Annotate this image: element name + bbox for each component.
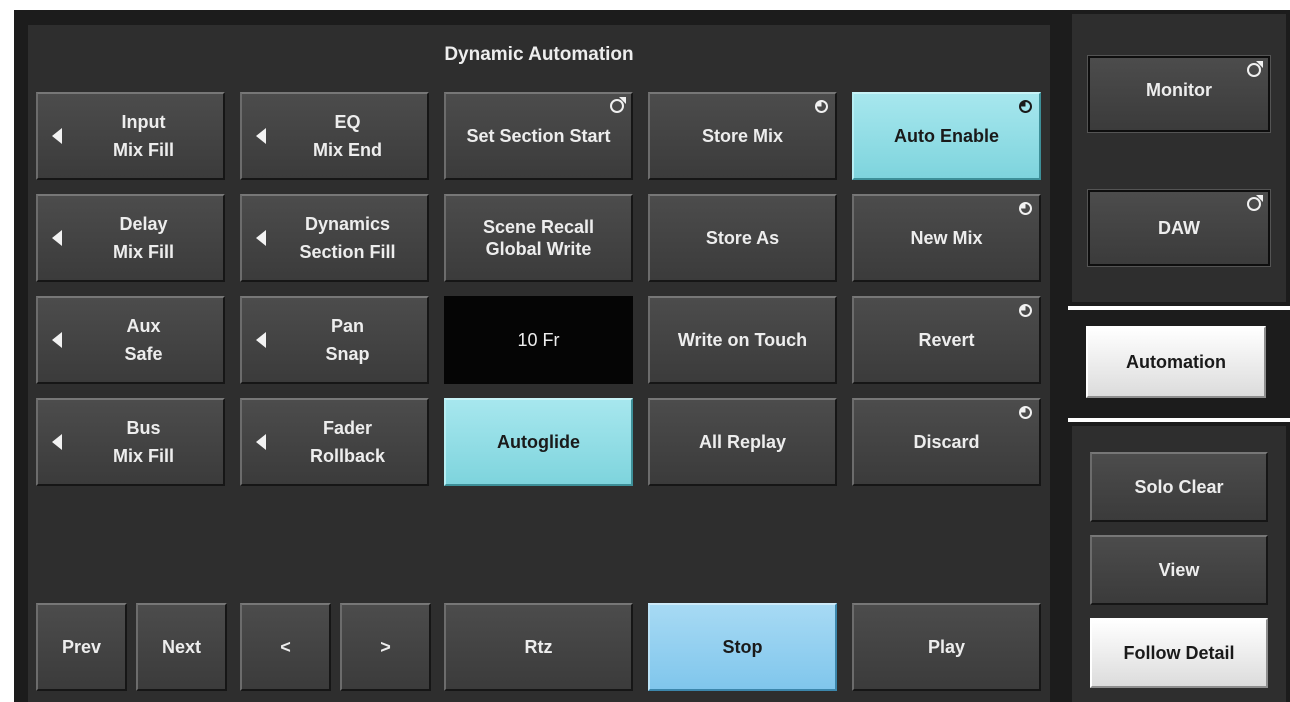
monitor-button[interactable]: Monitor bbox=[1087, 55, 1271, 133]
pie-quarter-icon bbox=[1019, 406, 1032, 419]
write-on-touch-label: Write on Touch bbox=[677, 330, 808, 350]
input-mode-label: Mix Fill bbox=[112, 140, 174, 160]
dynamics-label: Dynamics bbox=[304, 214, 391, 234]
dynamics-mode-label: Section Fill bbox=[299, 242, 396, 262]
global-write-label: Global Write bbox=[485, 239, 592, 259]
triangle-left-icon bbox=[256, 332, 266, 348]
monitor-label: Monitor bbox=[1146, 80, 1212, 100]
rtz-button[interactable]: Rtz bbox=[444, 603, 633, 691]
eq-mode-label: Mix End bbox=[312, 140, 382, 160]
pan-snap-button[interactable]: Pan Snap bbox=[240, 296, 429, 384]
pie-quarter-icon bbox=[1019, 100, 1032, 113]
set-section-start-label: Set Section Start bbox=[466, 126, 611, 146]
discard-button[interactable]: Discard bbox=[852, 398, 1041, 486]
pie-quarter-icon bbox=[815, 100, 828, 113]
forward-button[interactable]: > bbox=[340, 603, 431, 691]
auto-enable-label: Auto Enable bbox=[893, 126, 999, 146]
panel-title: Dynamic Automation bbox=[444, 44, 634, 65]
all-replay-label: All Replay bbox=[698, 432, 787, 452]
stop-label: Stop bbox=[722, 637, 763, 657]
pie-quarter-icon bbox=[1019, 304, 1032, 317]
input-label: Input bbox=[121, 112, 166, 132]
circle-arrow-icon bbox=[1247, 195, 1263, 211]
revert-label: Revert bbox=[918, 330, 975, 350]
prev-button[interactable]: Prev bbox=[36, 603, 127, 691]
circle-arrow-icon bbox=[610, 97, 626, 113]
write-on-touch-button[interactable]: Write on Touch bbox=[648, 296, 837, 384]
daw-label: DAW bbox=[1158, 218, 1200, 238]
next-button[interactable]: Next bbox=[136, 603, 227, 691]
play-label: Play bbox=[927, 637, 966, 657]
new-mix-label: New Mix bbox=[910, 228, 983, 248]
triangle-left-icon bbox=[256, 230, 266, 246]
glide-time-display[interactable]: 10 Fr bbox=[444, 296, 633, 384]
follow-detail-button[interactable]: Follow Detail bbox=[1090, 618, 1268, 688]
prev-label: Prev bbox=[61, 637, 102, 657]
all-replay-button[interactable]: All Replay bbox=[648, 398, 837, 486]
circle-arrow-icon bbox=[1247, 61, 1263, 77]
stop-button[interactable]: Stop bbox=[648, 603, 837, 691]
delay-label: Delay bbox=[119, 214, 168, 234]
pan-mode-label: Snap bbox=[325, 344, 370, 364]
triangle-left-icon bbox=[52, 128, 62, 144]
aux-mode-label: Safe bbox=[124, 344, 163, 364]
automation-button[interactable]: Automation bbox=[1086, 326, 1266, 398]
triangle-left-icon bbox=[256, 434, 266, 450]
new-mix-button[interactable]: New Mix bbox=[852, 194, 1041, 282]
glide-time-value: 10 Fr bbox=[517, 330, 560, 350]
dynamics-section-fill-button[interactable]: Dynamics Section Fill bbox=[240, 194, 429, 282]
eq-label: EQ bbox=[334, 112, 361, 132]
triangle-left-icon bbox=[52, 230, 62, 246]
store-mix-button[interactable]: Store Mix bbox=[648, 92, 837, 180]
triangle-left-icon bbox=[52, 332, 62, 348]
automation-label: Automation bbox=[1126, 352, 1226, 372]
store-as-label: Store As bbox=[705, 228, 780, 248]
triangle-left-icon bbox=[256, 128, 266, 144]
eq-mix-end-button[interactable]: EQ Mix End bbox=[240, 92, 429, 180]
store-mix-label: Store Mix bbox=[701, 126, 784, 146]
solo-clear-label: Solo Clear bbox=[1134, 477, 1224, 497]
play-button[interactable]: Play bbox=[852, 603, 1041, 691]
pie-quarter-icon bbox=[1019, 202, 1032, 215]
triangle-left-icon bbox=[52, 434, 62, 450]
bus-mode-label: Mix Fill bbox=[112, 446, 174, 466]
forward-label: > bbox=[380, 637, 391, 657]
daw-button[interactable]: DAW bbox=[1087, 189, 1271, 267]
fader-label: Fader bbox=[322, 418, 373, 438]
bus-mix-fill-button[interactable]: Bus Mix Fill bbox=[36, 398, 225, 486]
delay-mode-label: Mix Fill bbox=[112, 242, 174, 262]
scene-recall-global-write-button[interactable]: Scene Recall Global Write bbox=[444, 194, 633, 282]
view-button[interactable]: View bbox=[1090, 535, 1268, 605]
fader-mode-label: Rollback bbox=[309, 446, 386, 466]
revert-button[interactable]: Revert bbox=[852, 296, 1041, 384]
discard-label: Discard bbox=[913, 432, 980, 452]
aux-label: Aux bbox=[126, 316, 161, 336]
back-button[interactable]: < bbox=[240, 603, 331, 691]
store-as-button[interactable]: Store As bbox=[648, 194, 837, 282]
set-section-start-button[interactable]: Set Section Start bbox=[444, 92, 633, 180]
autoglide-button[interactable]: Autoglide bbox=[444, 398, 633, 486]
next-label: Next bbox=[161, 637, 201, 657]
solo-clear-button[interactable]: Solo Clear bbox=[1090, 452, 1268, 522]
view-label: View bbox=[1158, 560, 1200, 580]
pan-label: Pan bbox=[330, 316, 364, 336]
autoglide-label: Autoglide bbox=[497, 432, 580, 452]
delay-mix-fill-button[interactable]: Delay Mix Fill bbox=[36, 194, 225, 282]
follow-detail-label: Follow Detail bbox=[1123, 643, 1235, 663]
fader-rollback-button[interactable]: Fader Rollback bbox=[240, 398, 429, 486]
input-mix-fill-button[interactable]: Input Mix Fill bbox=[36, 92, 225, 180]
rtz-label: Rtz bbox=[524, 637, 553, 657]
bus-label: Bus bbox=[126, 418, 161, 438]
back-label: < bbox=[280, 637, 291, 657]
auto-enable-button[interactable]: Auto Enable bbox=[852, 92, 1041, 180]
aux-safe-button[interactable]: Aux Safe bbox=[36, 296, 225, 384]
scene-recall-label: Scene Recall bbox=[482, 217, 595, 237]
